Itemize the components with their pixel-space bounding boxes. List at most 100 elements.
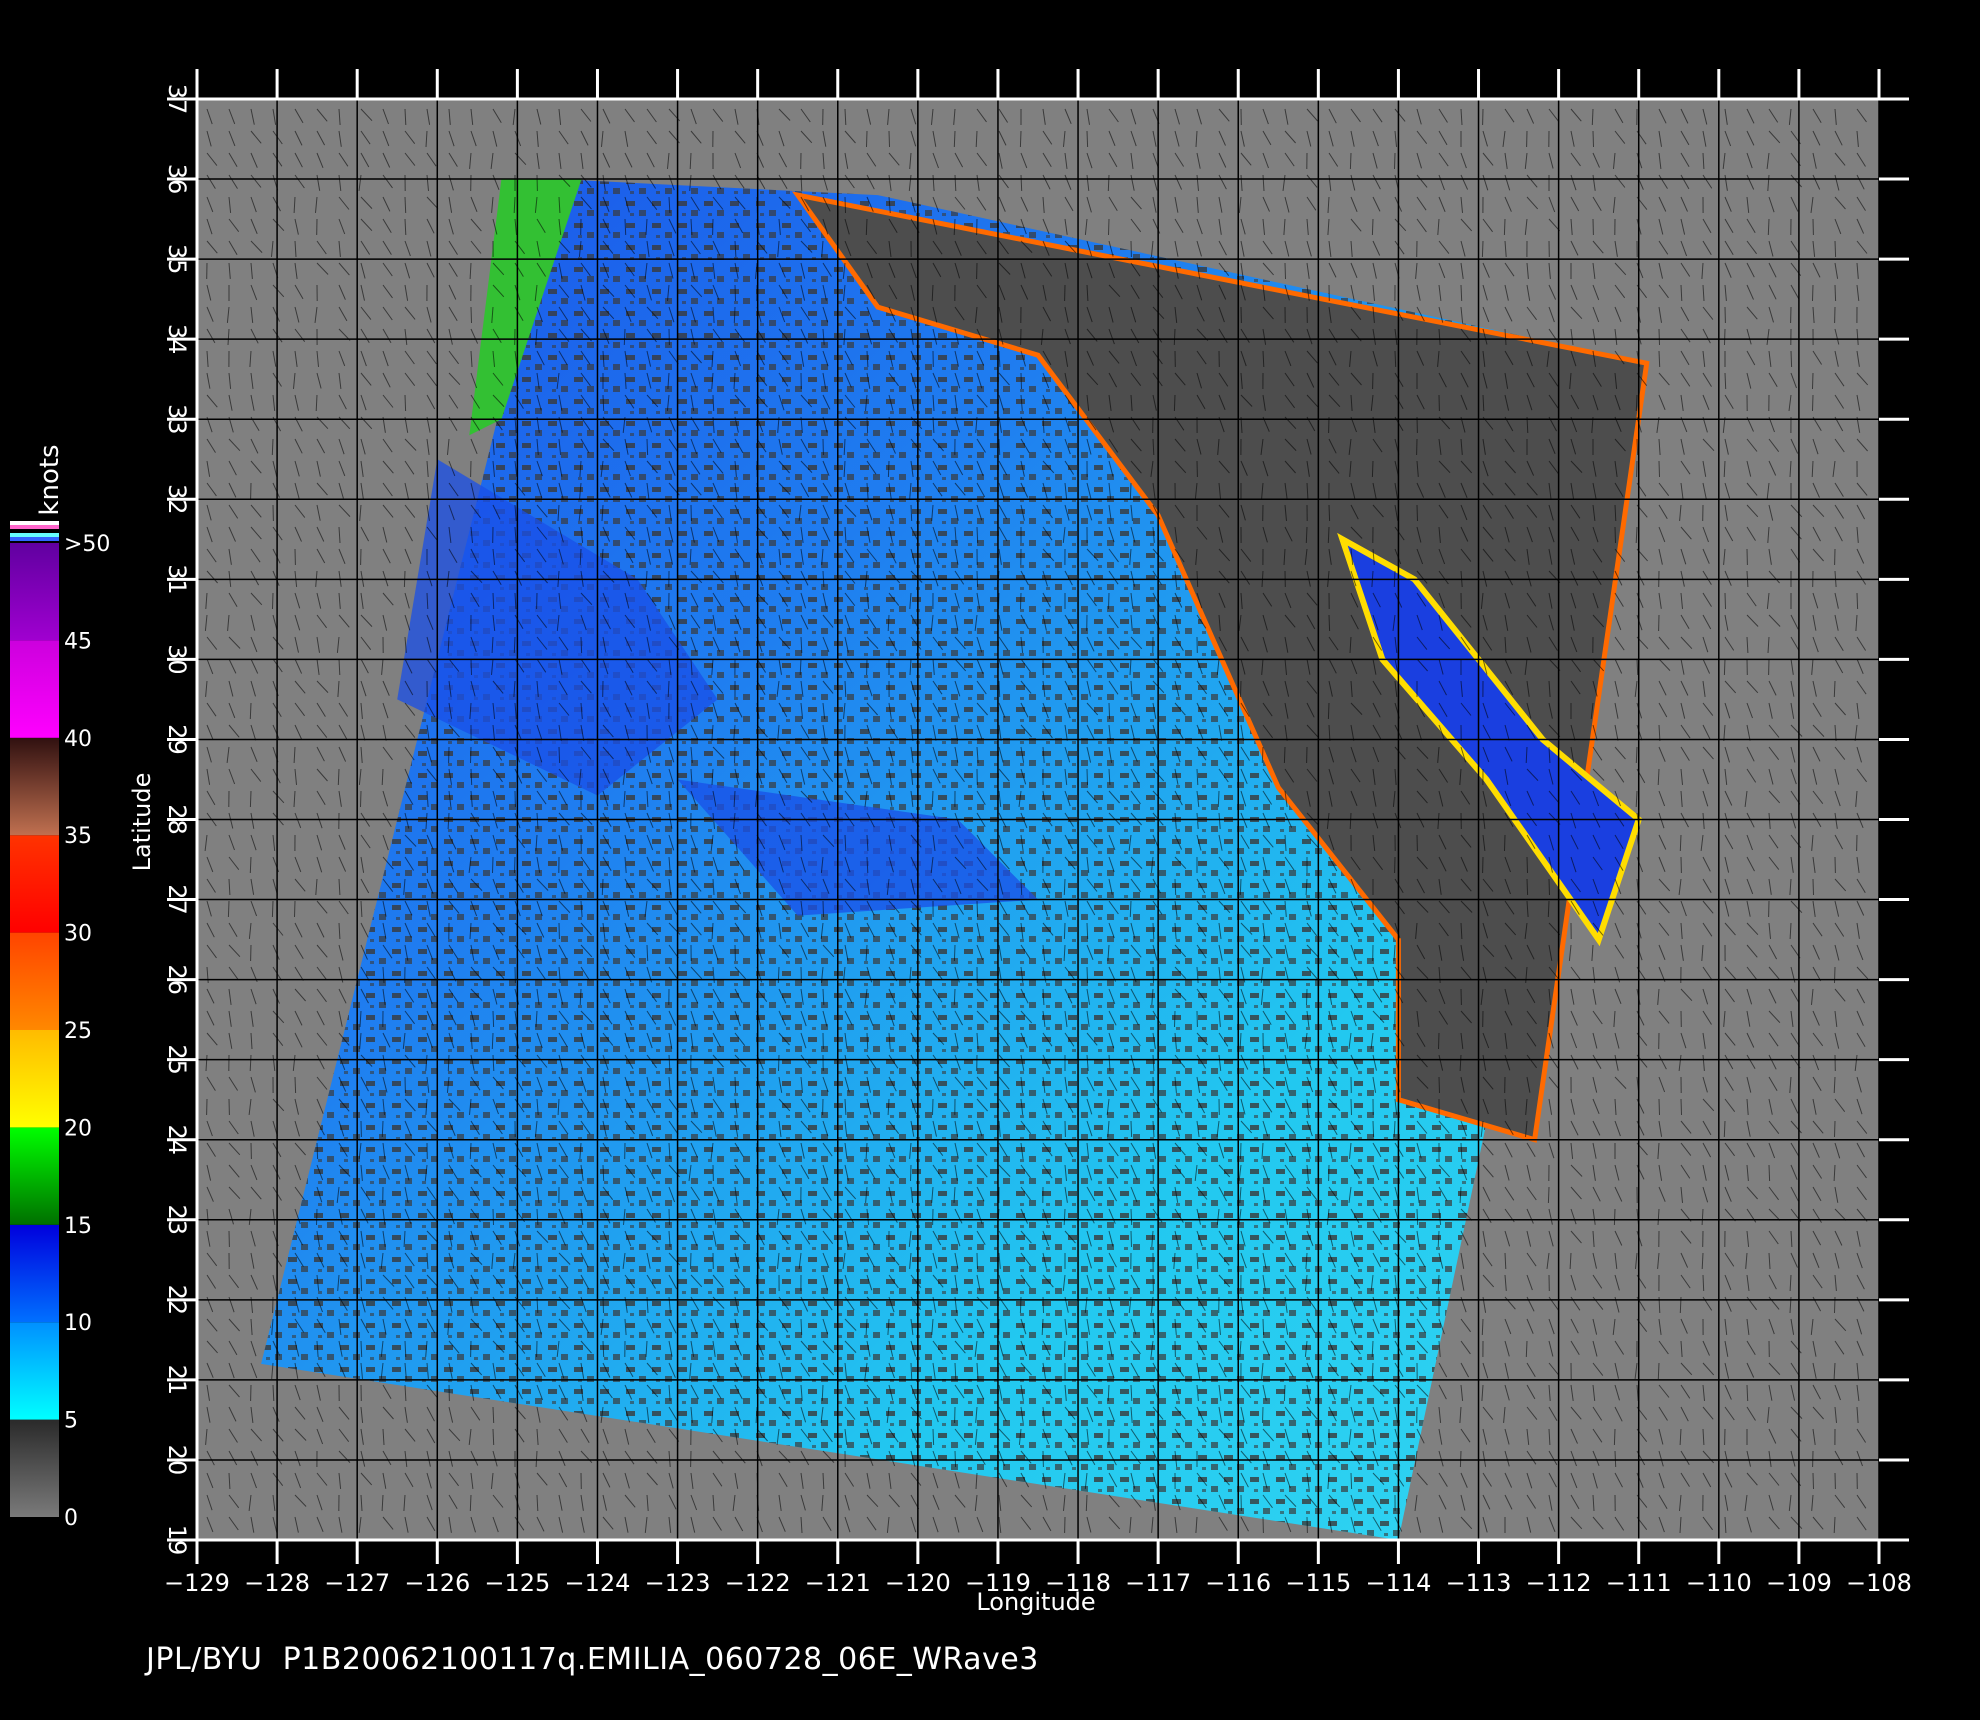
wind-vector xyxy=(360,1274,363,1292)
wind-vector xyxy=(404,394,407,412)
wind-vector xyxy=(249,702,252,720)
wind-vector xyxy=(910,504,913,522)
wind-vector xyxy=(777,966,780,984)
wind-vector xyxy=(1085,1494,1088,1512)
wind-vector xyxy=(1371,218,1374,236)
wind-vector xyxy=(1372,1120,1375,1138)
wind-vector xyxy=(733,306,736,324)
wind-vector xyxy=(316,1142,319,1160)
wind-vector xyxy=(1790,350,1793,368)
wind-vector xyxy=(1460,284,1463,302)
wind-vector xyxy=(888,130,890,148)
wind-vector xyxy=(1548,878,1550,896)
wind-vector xyxy=(1614,526,1616,544)
wind-vector xyxy=(712,394,715,412)
wind-vector xyxy=(1130,1120,1133,1138)
wind-vector xyxy=(866,1032,869,1050)
wind-vector xyxy=(932,1098,934,1116)
wind-vector xyxy=(492,1208,494,1226)
wind-vector xyxy=(1812,878,1814,896)
wind-vector xyxy=(294,1076,297,1094)
wind-vector xyxy=(227,900,230,918)
wind-vector xyxy=(734,1076,737,1094)
wind-vector xyxy=(469,1494,472,1512)
wind-vector xyxy=(1019,130,1022,148)
wind-vector xyxy=(1174,1010,1176,1028)
wind-vector xyxy=(1371,460,1374,478)
wind-vector xyxy=(1020,372,1022,390)
wind-vector xyxy=(1086,768,1088,786)
wind-vector xyxy=(1613,1208,1616,1226)
wind-vector xyxy=(668,1208,670,1226)
wind-vector xyxy=(822,900,824,918)
wind-vector xyxy=(624,218,627,236)
wind-vector xyxy=(1481,240,1484,258)
wind-vector xyxy=(404,196,407,214)
wind-vector xyxy=(1129,482,1132,500)
wind-vector xyxy=(1812,372,1814,390)
wind-vector xyxy=(294,900,296,918)
wind-vector xyxy=(470,746,472,764)
wind-vector xyxy=(1723,1120,1726,1138)
wind-vector xyxy=(271,900,274,918)
wind-vector xyxy=(1416,504,1418,522)
wind-vector xyxy=(1173,394,1176,412)
wind-vector xyxy=(1086,922,1089,940)
wind-vector xyxy=(1834,1120,1836,1138)
wind-vector xyxy=(1592,130,1594,148)
wind-vector xyxy=(1833,680,1836,698)
wind-vector xyxy=(734,284,736,302)
wind-vector xyxy=(1152,966,1154,984)
wind-vector xyxy=(953,988,956,1006)
wind-vector xyxy=(778,1054,780,1072)
wind-vector xyxy=(1349,152,1352,170)
wind-vector xyxy=(998,680,1001,698)
wind-vector xyxy=(1526,878,1529,896)
wind-vector xyxy=(976,1252,978,1270)
wind-vector xyxy=(1724,328,1726,346)
wind-vector xyxy=(491,1032,494,1050)
wind-vector xyxy=(1767,218,1770,236)
wind-vector xyxy=(1327,702,1330,720)
wind-vector xyxy=(249,790,252,808)
wind-vector xyxy=(800,1318,803,1336)
wind-vector xyxy=(558,746,561,764)
wind-vector xyxy=(1350,1098,1352,1116)
wind-vector xyxy=(1239,878,1242,896)
wind-vector xyxy=(1371,1362,1374,1380)
wind-vector xyxy=(513,636,516,654)
wind-vector xyxy=(1283,746,1286,764)
wind-vector xyxy=(514,856,516,874)
wind-vector xyxy=(1174,878,1177,896)
wind-vector xyxy=(492,1010,495,1028)
wind-vector xyxy=(1107,174,1110,192)
wind-vector xyxy=(1768,1164,1771,1182)
wind-vector xyxy=(1504,834,1506,852)
wind-vector xyxy=(623,328,626,346)
wind-vector xyxy=(470,768,473,786)
wind-vector xyxy=(646,438,649,456)
wind-vector xyxy=(1283,1384,1286,1402)
wind-vector xyxy=(601,878,604,896)
wind-vector xyxy=(1812,1472,1814,1490)
wind-vector xyxy=(249,856,252,874)
wind-vector xyxy=(887,460,890,478)
wind-vector xyxy=(426,856,428,874)
wind-vector xyxy=(316,1208,318,1226)
wind-vector xyxy=(1416,1208,1419,1226)
wind-vector xyxy=(1108,592,1110,610)
wind-vector xyxy=(865,218,868,236)
wind-vector xyxy=(953,944,956,962)
wind-vector xyxy=(1636,658,1639,676)
wind-vector xyxy=(1262,1406,1264,1424)
wind-vector xyxy=(1173,328,1176,346)
wind-vector xyxy=(866,130,868,148)
wind-vector xyxy=(1658,1098,1660,1116)
wind-vector xyxy=(1746,1384,1749,1402)
wind-vector xyxy=(734,746,736,764)
wind-vector xyxy=(602,1164,605,1182)
wind-vector xyxy=(1438,1076,1440,1094)
wind-vector xyxy=(1547,1186,1550,1204)
wind-vector xyxy=(1262,1318,1265,1336)
wind-vector xyxy=(580,636,583,654)
